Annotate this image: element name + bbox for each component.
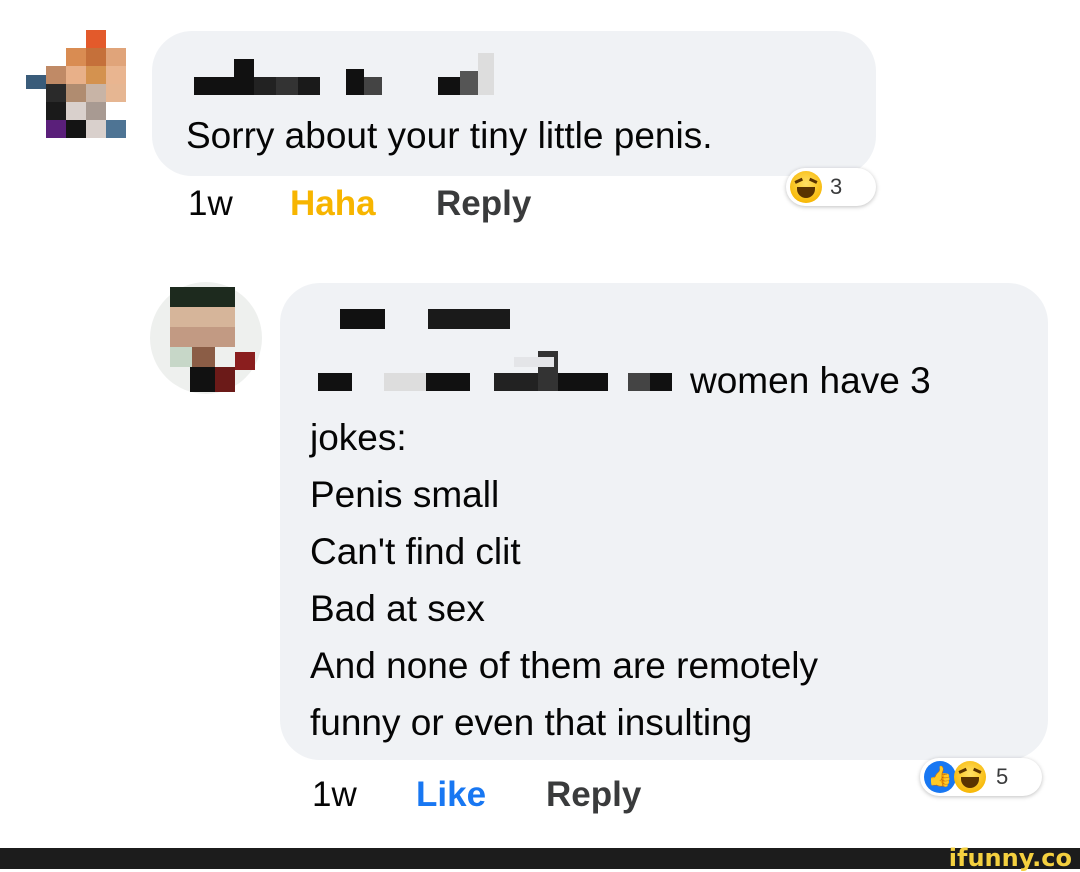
haha-reaction-button[interactable]: Haha <box>290 184 376 224</box>
timestamp[interactable]: 1w <box>312 775 357 815</box>
reaction-summary[interactable]: 3 <box>786 168 876 206</box>
watermark-bar: ifunny.co <box>0 844 1080 872</box>
redacted-author-name[interactable] <box>340 303 540 333</box>
comment-text: And none of them are remotely <box>310 645 819 686</box>
haha-icon <box>954 761 986 793</box>
avatar[interactable] <box>150 282 262 394</box>
comment-text: women have 3 <box>690 360 931 401</box>
reaction-count: 5 <box>996 764 1009 789</box>
reply-button[interactable]: Reply <box>436 184 531 224</box>
like-icon: 👍 <box>924 761 956 793</box>
comment-text: Can't find clit <box>310 531 521 572</box>
like-button[interactable]: Like <box>416 775 486 815</box>
timestamp[interactable]: 1w <box>188 184 233 224</box>
haha-icon <box>790 171 822 203</box>
comment-bubble: Sorry about your tiny little penis. <box>152 31 876 176</box>
avatar[interactable] <box>26 30 131 138</box>
comment-text: funny or even that insulting <box>310 702 753 743</box>
ifunny-logo: ifunny.co <box>948 844 1072 872</box>
comment-text: Penis small <box>310 474 500 515</box>
comment-bubble: women have 3 jokes: Penis small Can't fi… <box>280 283 1048 760</box>
comment-text: Sorry about your tiny little penis. <box>186 115 713 156</box>
redacted-author-name[interactable] <box>194 49 494 103</box>
reply-button[interactable]: Reply <box>546 775 641 815</box>
comment-text: Bad at sex <box>310 588 485 629</box>
reaction-summary[interactable]: 👍 5 <box>920 758 1042 796</box>
comment-text: jokes: <box>310 417 407 458</box>
reaction-count: 3 <box>830 174 843 199</box>
redacted-tagged-name[interactable] <box>318 349 683 397</box>
